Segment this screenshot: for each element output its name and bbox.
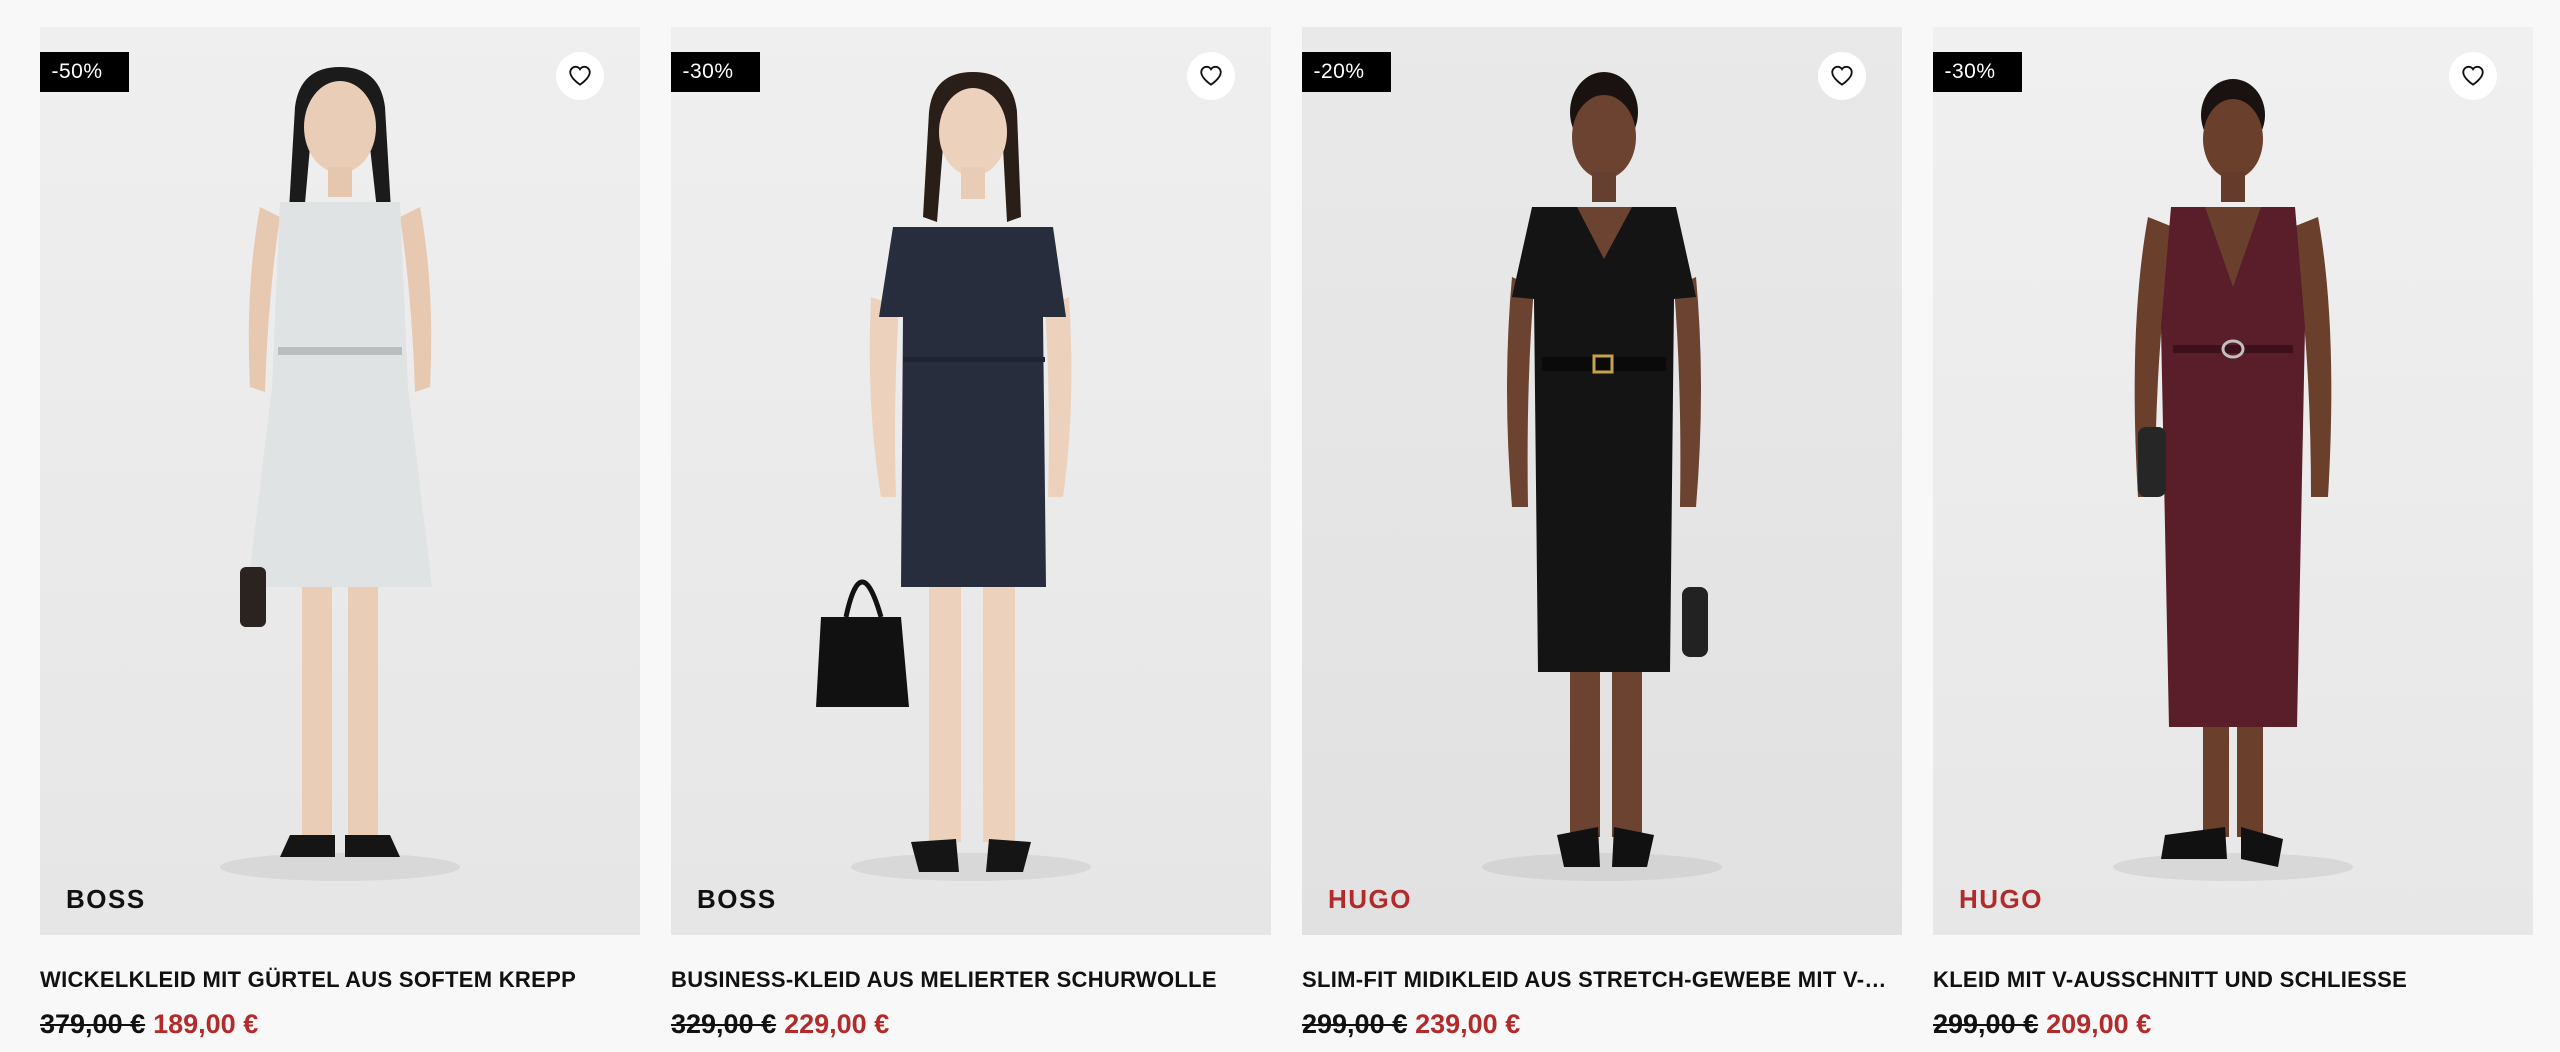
original-price: 379,00 € — [40, 1009, 146, 1039]
product-title[interactable]: BUSINESS-KLEID AUS MELIERTER SCHURWOLLE — [671, 967, 1271, 993]
favorite-button[interactable] — [556, 52, 604, 100]
heart-outline-icon — [569, 65, 591, 86]
heart-outline-icon — [1200, 65, 1222, 86]
product-title[interactable]: WICKELKLEID MIT GÜRTEL AUS SOFTEM KREPP — [40, 967, 640, 993]
favorite-button[interactable] — [1187, 52, 1235, 100]
sale-price: 229,00 € — [784, 1009, 890, 1039]
brand-label: HUGO — [1959, 884, 2043, 914]
price: 299,00 €209,00 € — [1933, 1009, 2151, 1040]
discount-badge: -50% — [40, 52, 129, 92]
original-price: 329,00 € — [671, 1009, 777, 1039]
original-price: 299,00 € — [1302, 1009, 1408, 1039]
product-card[interactable]: -30% BOSS BUSINESS-KLEID AUS MELIERTER S… — [671, 27, 1271, 1052]
heart-outline-icon — [1831, 65, 1853, 86]
sale-price: 209,00 € — [2046, 1009, 2152, 1039]
product-grid: -50% BOSS WICKELKLEID MIT GÜRTEL AUS SOF… — [0, 0, 2560, 1052]
discount-badge: -20% — [1302, 52, 1391, 92]
discount-badge: -30% — [1933, 52, 2022, 92]
price: 329,00 €229,00 € — [671, 1009, 889, 1040]
price: 299,00 €239,00 € — [1302, 1009, 1520, 1040]
brand-label: BOSS — [66, 884, 146, 914]
sale-price: 189,00 € — [153, 1009, 259, 1039]
favorite-button[interactable] — [1818, 52, 1866, 100]
model-photo — [40, 27, 640, 935]
product-image[interactable]: -30% BOSS — [671, 27, 1271, 935]
product-image[interactable]: -50% BOSS — [40, 27, 640, 935]
product-card[interactable]: -50% BOSS WICKELKLEID MIT GÜRTEL AUS SOF… — [40, 27, 640, 1052]
model-photo — [671, 27, 1271, 935]
sale-price: 239,00 € — [1415, 1009, 1521, 1039]
product-title[interactable]: SLIM-FIT MIDIKLEID AUS STRETCH-GEWEBE MI… — [1302, 967, 1902, 993]
brand-label: HUGO — [1328, 884, 1412, 914]
brand-label: BOSS — [697, 884, 777, 914]
favorite-button[interactable] — [2449, 52, 2497, 100]
discount-badge: -30% — [671, 52, 760, 92]
price: 379,00 €189,00 € — [40, 1009, 258, 1040]
product-image[interactable]: -30% HUGO — [1933, 27, 2533, 935]
heart-outline-icon — [2462, 65, 2484, 86]
model-photo — [1933, 27, 2533, 935]
product-card[interactable]: -20% HUGO SLIM-FIT MIDIKLEID AUS STRETCH… — [1302, 27, 1902, 1052]
original-price: 299,00 € — [1933, 1009, 2039, 1039]
product-title[interactable]: KLEID MIT V-AUSSCHNITT UND SCHLIESSE — [1933, 967, 2533, 993]
product-image[interactable]: -20% HUGO — [1302, 27, 1902, 935]
model-photo — [1302, 27, 1902, 935]
product-card[interactable]: -30% HUGO KLEID MIT V-AUSSCHNITT UND SCH… — [1933, 27, 2533, 1052]
